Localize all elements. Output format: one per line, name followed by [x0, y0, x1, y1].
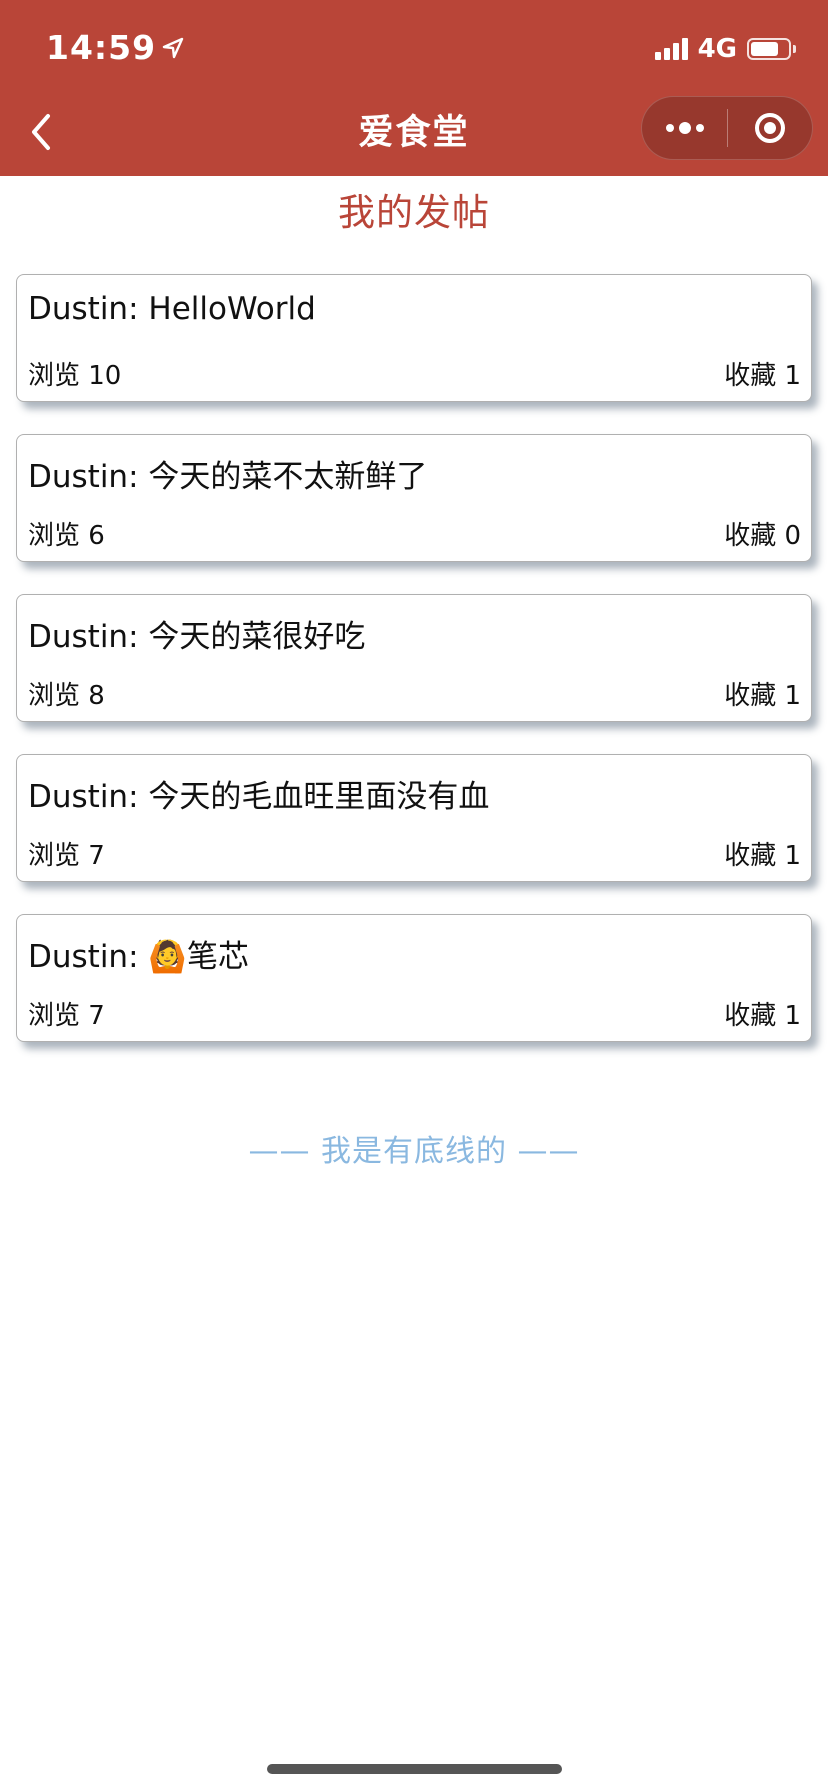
post-title: Dustin: 🙆笔芯 — [28, 939, 249, 975]
post-favorite-count: 收藏 1 — [724, 681, 801, 711]
location-arrow-icon — [162, 37, 184, 58]
post-title: Dustin: HelloWorld — [28, 291, 316, 327]
post-favorite-count: 收藏 0 — [724, 521, 801, 551]
more-dots-icon — [665, 124, 674, 132]
post-card[interactable]: Dustin: 🙆笔芯 浏览 7 收藏 1 — [16, 914, 812, 1042]
status-time-text: 14:59 — [46, 28, 157, 67]
post-title: Dustin: 今天的毛血旺里面没有血 — [28, 779, 490, 815]
post-favorite-count: 收藏 1 — [724, 361, 801, 391]
close-mini-program-button[interactable] — [728, 97, 812, 159]
battery-level-fill — [751, 42, 778, 56]
end-of-list-text: —— 我是有底线的 —— — [248, 1134, 580, 1169]
more-button[interactable] — [642, 97, 727, 159]
post-card[interactable]: Dustin: 今天的菜不太新鲜了 浏览 6 收藏 0 — [16, 434, 812, 562]
page-title: 我的发帖 — [338, 191, 490, 234]
status-indicators: 4G — [654, 34, 796, 64]
network-type: 4G — [697, 34, 737, 64]
post-card[interactable]: Dustin: HelloWorld 浏览 10 收藏 1 — [16, 274, 812, 402]
post-favorite-count: 收藏 1 — [724, 841, 801, 871]
home-indicator[interactable] — [267, 1764, 562, 1774]
more-dots-icon-center — [678, 122, 691, 134]
post-card[interactable]: Dustin: 今天的菜很好吃 浏览 8 收藏 1 — [16, 594, 812, 722]
signal-icon — [654, 38, 688, 60]
battery-tip — [793, 45, 796, 53]
post-title: Dustin: 今天的菜很好吃 — [28, 619, 366, 655]
post-card[interactable]: Dustin: 今天的毛血旺里面没有血 浏览 7 收藏 1 — [16, 754, 812, 882]
post-view-count: 浏览 6 — [28, 521, 105, 551]
post-list: Dustin: HelloWorld 浏览 10 收藏 1 Dustin: 今天… — [16, 274, 812, 1074]
post-view-count: 浏览 7 — [28, 841, 105, 871]
post-view-count: 浏览 7 — [28, 1001, 105, 1031]
post-view-count: 浏览 8 — [28, 681, 105, 711]
post-title: Dustin: 今天的菜不太新鲜了 — [28, 459, 428, 495]
post-favorite-count: 收藏 1 — [724, 1001, 801, 1031]
battery-icon — [747, 38, 791, 60]
status-time: 14:59 — [46, 28, 184, 67]
target-ring-dot — [764, 122, 776, 134]
more-dots-icon-right — [695, 124, 704, 132]
header-bar: 14:59 4G 爱食堂 — [0, 0, 828, 176]
mini-program-capsule — [641, 96, 813, 160]
post-view-count: 浏览 10 — [28, 361, 122, 391]
target-ring-icon — [755, 113, 785, 143]
